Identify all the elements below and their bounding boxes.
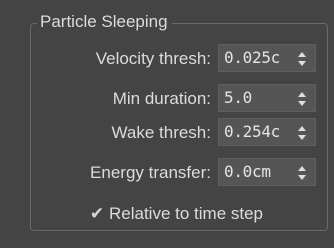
spinner-down-icon[interactable] — [298, 175, 306, 180]
wake-thresh-row: Wake thresh: 0.254c — [0, 118, 334, 148]
min-duration-spinner[interactable]: 5.0 — [218, 84, 316, 112]
spinner-arrows-icon[interactable] — [297, 91, 307, 107]
spinner-up-icon[interactable] — [298, 166, 306, 171]
checkmark-icon[interactable]: ✔ — [86, 202, 108, 226]
spinner-down-icon[interactable] — [298, 61, 306, 66]
energy-transfer-row: Energy transfer: 0.0cm — [0, 158, 334, 188]
energy-transfer-value[interactable]: 0.0cm — [224, 162, 290, 182]
spinner-arrows-icon[interactable] — [297, 165, 307, 181]
spinner-down-icon[interactable] — [298, 135, 306, 140]
min-duration-value[interactable]: 5.0 — [224, 88, 290, 108]
min-duration-row: Min duration: 5.0 — [0, 84, 334, 114]
spinner-arrows-icon[interactable] — [297, 51, 307, 67]
spinner-down-icon[interactable] — [298, 101, 306, 106]
velocity-thresh-spinner[interactable]: 0.025c — [218, 44, 316, 72]
group-title: Particle Sleeping — [37, 11, 172, 33]
spinner-up-icon[interactable] — [298, 126, 306, 131]
wake-thresh-spinner[interactable]: 0.254c — [218, 118, 316, 146]
velocity-thresh-label: Velocity thresh: — [95, 49, 211, 68]
spinner-up-icon[interactable] — [298, 92, 306, 97]
min-duration-label: Min duration: — [112, 89, 211, 108]
velocity-thresh-value[interactable]: 0.025c — [224, 48, 290, 68]
wake-thresh-value[interactable]: 0.254c — [224, 122, 290, 142]
relative-to-time-step-label[interactable]: Relative to time step — [109, 203, 263, 225]
spinner-up-icon[interactable] — [298, 52, 306, 57]
energy-transfer-label: Energy transfer: — [90, 163, 211, 182]
energy-transfer-spinner[interactable]: 0.0cm — [218, 158, 316, 186]
spinner-arrows-icon[interactable] — [297, 125, 307, 141]
wake-thresh-label: Wake thresh: — [111, 123, 211, 142]
velocity-thresh-row: Velocity thresh: 0.025c — [0, 44, 334, 74]
